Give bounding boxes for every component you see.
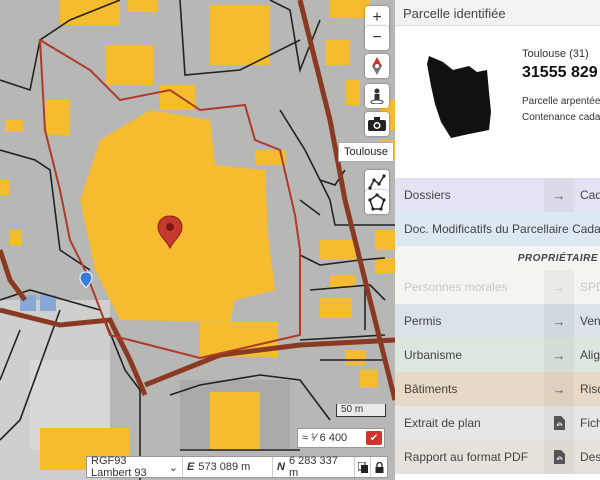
camera-tooltip: Toulouse xyxy=(338,142,395,162)
row-extrait-de-plan[interactable]: Extrait de plan Fich xyxy=(395,406,600,440)
copy-icon[interactable] xyxy=(355,457,371,477)
row-permis[interactable]: Permis → Vent xyxy=(395,304,600,338)
lock-icon[interactable] xyxy=(371,457,387,477)
arrow-right-icon: → xyxy=(544,270,574,304)
pdf-icon[interactable] xyxy=(544,440,574,474)
northing-readout: N6 283 337 m xyxy=(273,455,355,479)
compass-icon[interactable] xyxy=(365,54,389,78)
camera-icon[interactable] xyxy=(365,112,389,136)
street-view-icon[interactable] xyxy=(365,84,389,108)
coordinate-bar: RGF93 Lambert 93 ⌄ E 573 089 m N6 283 337… xyxy=(86,455,388,479)
scale-ratio-value[interactable]: ≈ ¹⁄ 6 400 xyxy=(298,432,366,444)
owners-heading: PROPRIÉTAIRE xyxy=(395,246,600,270)
row-dossiers[interactable]: Dossiers → Cada xyxy=(395,178,600,212)
easting-readout: E 573 089 m xyxy=(183,457,273,477)
arrow-right-icon[interactable]: → xyxy=(544,372,574,406)
row-urbanisme[interactable]: Urbanisme → Align xyxy=(395,338,600,372)
pdf-icon[interactable] xyxy=(544,406,574,440)
arrow-right-icon[interactable]: → xyxy=(544,338,574,372)
projection-select[interactable]: RGF93 Lambert 93 ⌄ xyxy=(87,455,183,479)
commune-label: Toulouse (31) xyxy=(522,48,589,60)
row-rapport-pdf[interactable]: Rapport au format PDF Dess xyxy=(395,440,600,474)
apply-scale-icon[interactable]: ✔ xyxy=(366,431,382,445)
panel-title: Parcelle identifiée xyxy=(395,0,600,26)
chevron-down-icon: ⌄ xyxy=(168,461,178,474)
map-view[interactable]: + − Toulouse 50 m ≈ ¹⁄ 6 400 ✔ RGF93 Lam… xyxy=(0,0,395,480)
scale-ratio-box[interactable]: ≈ ¹⁄ 6 400 ✔ xyxy=(297,428,385,448)
row-batiments[interactable]: Bâtiments → Risq xyxy=(395,372,600,406)
parcel-panel: Parcelle identifiée Toulouse (31) 31555 … xyxy=(395,0,600,480)
row-personnes-morales: Personnes morales → SPD xyxy=(395,270,600,304)
action-list: Dossiers → Cada Doc. Modificatifs du Par… xyxy=(395,178,600,474)
draw-polygon-icon[interactable] xyxy=(365,190,389,214)
row-doc-modificatifs[interactable]: Doc. Modificatifs du Parcellaire Cadastr… xyxy=(395,212,600,246)
parcel-detail-2: Contenance cada xyxy=(522,112,600,123)
parcel-detail-1: Parcelle arpentée xyxy=(522,96,600,107)
arrow-right-icon[interactable]: → xyxy=(544,304,574,338)
scale-bar: 50 m xyxy=(336,404,386,417)
arrow-right-icon[interactable]: → xyxy=(544,178,574,212)
zoom-out-button[interactable]: − xyxy=(365,26,389,50)
parcel-shape-icon xyxy=(427,56,491,138)
parcel-id: 31555 829 xyxy=(522,64,598,81)
